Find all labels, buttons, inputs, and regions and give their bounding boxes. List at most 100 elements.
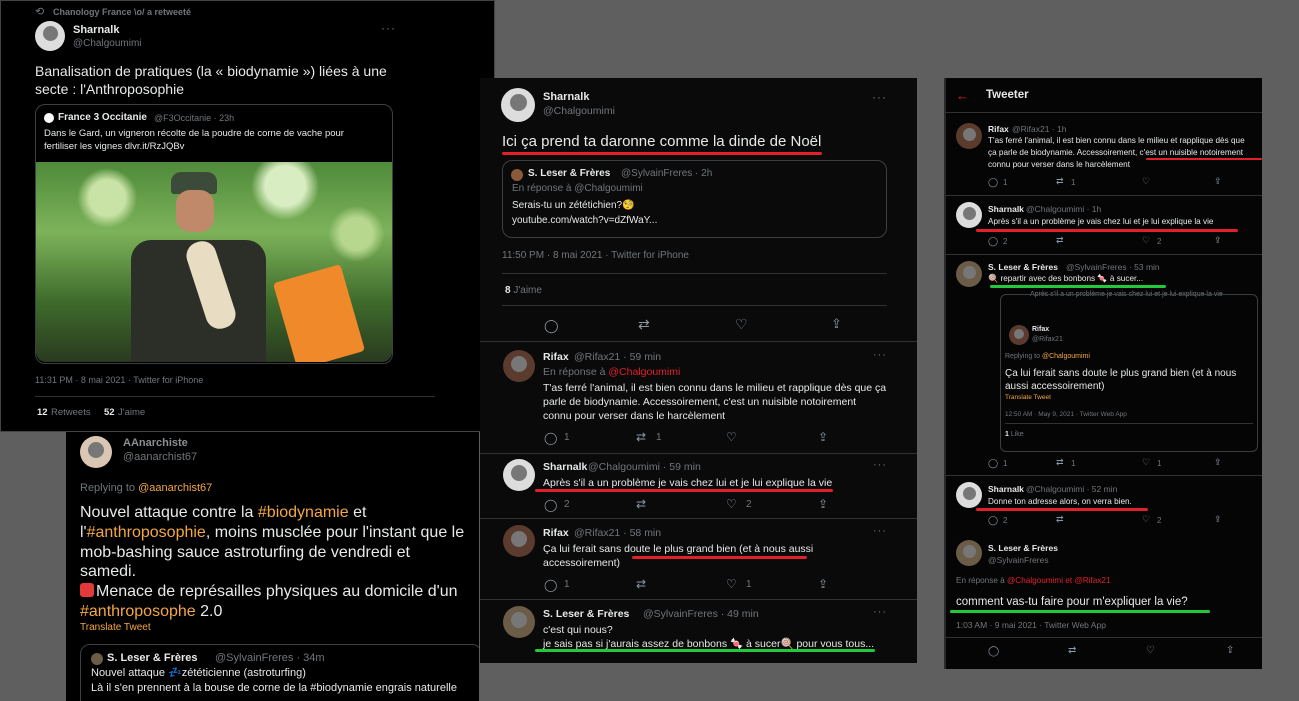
author-handle[interactable]: @Chalgoumimi xyxy=(73,38,142,49)
back-arrow-icon[interactable]: ← xyxy=(956,88,969,103)
more-icon[interactable]: ··· xyxy=(873,459,887,471)
retweet-icon[interactable]: ⇄ xyxy=(636,430,646,444)
reply-author-handle[interactable]: @Rifax21 · 59 min xyxy=(574,351,661,363)
like-icon[interactable]: ♡ xyxy=(1142,235,1150,246)
share-icon[interactable]: ⇪ xyxy=(818,577,828,591)
avatar[interactable] xyxy=(503,350,535,382)
reply-author-handle[interactable]: @Chalgoumimi · 59 min xyxy=(588,461,701,473)
like-icon[interactable]: ♡ xyxy=(726,577,737,591)
share-icon[interactable]: ⇪ xyxy=(818,497,828,511)
reply-author-handle[interactable]: @SylvainFreres · 49 min xyxy=(643,608,759,620)
author-handle[interactable]: @aanarchist67 xyxy=(123,451,197,463)
reply-icon[interactable]: ◯ xyxy=(988,177,998,188)
reply-author-name[interactable]: Sharnalk xyxy=(543,461,587,473)
more-icon[interactable]: ··· xyxy=(381,21,396,35)
like-count-label[interactable]: J'aime xyxy=(118,407,145,418)
avatar[interactable] xyxy=(956,482,982,508)
nested-tweet-card[interactable]: Rifax @Rifax21 Replying to @Chalgoumimi … xyxy=(1000,294,1258,452)
share-icon[interactable]: ⇪ xyxy=(1214,235,1222,246)
avatar[interactable] xyxy=(503,606,535,638)
reply-icon[interactable]: ◯ xyxy=(988,458,998,469)
avatar[interactable] xyxy=(503,525,535,557)
retweet-icon[interactable]: ⇄ xyxy=(638,316,650,333)
reply-author-name[interactable]: Rifax xyxy=(543,351,569,363)
author-handle[interactable]: @Chalgoumimi xyxy=(543,105,615,117)
reply-author-handle[interactable]: @Chalgoumimi · 1h xyxy=(1026,204,1101,214)
reply-icon[interactable]: ◯ xyxy=(544,431,557,445)
retweet-count-label[interactable]: Retweets xyxy=(51,407,91,418)
avatar[interactable] xyxy=(956,123,982,149)
avatar[interactable] xyxy=(501,88,535,122)
avatar[interactable] xyxy=(956,202,982,228)
reply-author-name[interactable]: Sharnalk xyxy=(988,204,1024,214)
reply-icon[interactable]: ◯ xyxy=(544,498,557,512)
avatar[interactable] xyxy=(80,436,112,468)
retweet-icon[interactable]: ⇄ xyxy=(636,577,646,591)
tweet-timestamp[interactable]: 11:31 PM · 8 mai 2021 · Twitter for iPho… xyxy=(35,375,203,385)
reply-icon[interactable]: ◯ xyxy=(988,515,998,526)
reply-author-handle[interactable]: @Rifax21 · 58 min xyxy=(574,527,661,539)
author-name[interactable]: AAnarchiste xyxy=(123,437,188,449)
like-icon[interactable]: ♡ xyxy=(726,497,737,511)
replying-to-link[interactable]: @Chalgoumimi xyxy=(608,366,680,378)
avatar[interactable] xyxy=(956,261,982,287)
retweet-icon[interactable]: ⇄ xyxy=(1056,514,1064,525)
reply-author-name[interactable]: S. Leser & Frères xyxy=(543,608,629,620)
retweet-icon[interactable]: ⇄ xyxy=(1056,457,1064,468)
more-icon[interactable]: ··· xyxy=(872,90,887,104)
hashtag-link[interactable]: #anthroposophie xyxy=(87,524,206,541)
hashtag-link[interactable]: #biodynamie xyxy=(258,504,349,521)
more-icon[interactable]: ··· xyxy=(873,525,887,537)
author-name[interactable]: Sharnalk xyxy=(543,91,589,103)
avatar[interactable] xyxy=(503,459,535,491)
share-icon[interactable]: ⇪ xyxy=(818,430,828,444)
tweet-timestamp[interactable]: 11:50 PM · 8 mai 2021 · Twitter for iPho… xyxy=(502,250,689,261)
quoted-photo[interactable] xyxy=(36,162,392,362)
reply-icon[interactable]: ◯ xyxy=(988,236,998,247)
more-icon[interactable]: ··· xyxy=(873,349,887,361)
like-icon[interactable]: ♡ xyxy=(735,316,748,333)
share-icon[interactable]: ⇪ xyxy=(1214,457,1222,468)
share-icon[interactable]: ⇪ xyxy=(1226,645,1234,656)
retweet-icon[interactable]: ⇄ xyxy=(1068,645,1076,656)
reply-author-name[interactable]: Rifax xyxy=(988,124,1009,134)
replying-to-link[interactable]: @Chalgoumimi xyxy=(1007,576,1063,585)
share-icon[interactable]: ⇪ xyxy=(1214,176,1222,187)
share-icon[interactable]: ⇪ xyxy=(831,316,842,332)
reply-author-name[interactable]: S. Leser & Frères xyxy=(988,262,1058,272)
retweet-count[interactable]: 12 xyxy=(37,407,48,418)
reply-icon[interactable]: ◯ xyxy=(988,646,999,657)
author-name[interactable]: S. Leser & Frères xyxy=(988,543,1058,553)
like-icon[interactable]: ♡ xyxy=(1142,457,1150,468)
author-name[interactable]: Sharnalk xyxy=(73,24,119,36)
quoted-tweet-card[interactable]: France 3 Occitanie @F3Occitanie · 23h Da… xyxy=(35,104,393,364)
reply-icon[interactable]: ◯ xyxy=(544,578,557,592)
quoted-tweet-card[interactable]: S. Leser & Frères @SylvainFreres · 2h En… xyxy=(502,160,887,238)
reply-author-handle[interactable]: @SylvainFreres · 53 min xyxy=(1066,262,1160,272)
like-icon[interactable]: ♡ xyxy=(1142,176,1150,187)
avatar[interactable] xyxy=(35,21,65,51)
retweet-icon[interactable]: ⇄ xyxy=(1056,176,1064,187)
like-icon[interactable]: ♡ xyxy=(726,430,737,444)
translate-tweet-link[interactable]: Translate Tweet xyxy=(1005,394,1051,401)
hashtag-link[interactable]: #anthroposophe xyxy=(80,603,196,620)
avatar[interactable] xyxy=(956,540,982,566)
quoted-tweet-card[interactable]: S. Leser & Frères @SylvainFreres · 34m N… xyxy=(80,644,479,701)
more-icon[interactable]: ··· xyxy=(873,606,887,618)
reply-author-name[interactable]: Rifax xyxy=(543,527,569,539)
reply-author-name[interactable]: Sharnalk xyxy=(988,484,1024,494)
author-handle[interactable]: @SylvainFreres xyxy=(988,555,1049,565)
translate-tweet-link[interactable]: Translate Tweet xyxy=(80,622,151,633)
like-count[interactable]: 52 xyxy=(104,407,115,418)
reply-author-handle[interactable]: @Chalgoumimi · 52 min xyxy=(1026,484,1117,494)
like-icon[interactable]: ♡ xyxy=(1142,514,1150,525)
reply-icon[interactable]: ◯ xyxy=(544,318,559,334)
retweet-icon[interactable]: ⇄ xyxy=(636,497,646,511)
retweet-icon[interactable]: ⇄ xyxy=(1056,235,1064,246)
reply-author-handle[interactable]: @Rifax21 · 1h xyxy=(1012,124,1066,134)
tweet-timestamp[interactable]: 1:03 AM · 9 mai 2021 · Twitter Web App xyxy=(956,620,1106,630)
like-icon[interactable]: ♡ xyxy=(1146,645,1155,656)
likes-stat[interactable]: 8 J'aime xyxy=(505,285,542,296)
share-icon[interactable]: ⇪ xyxy=(1214,514,1222,525)
replying-to-link[interactable]: @Rifax21 xyxy=(1074,576,1110,585)
